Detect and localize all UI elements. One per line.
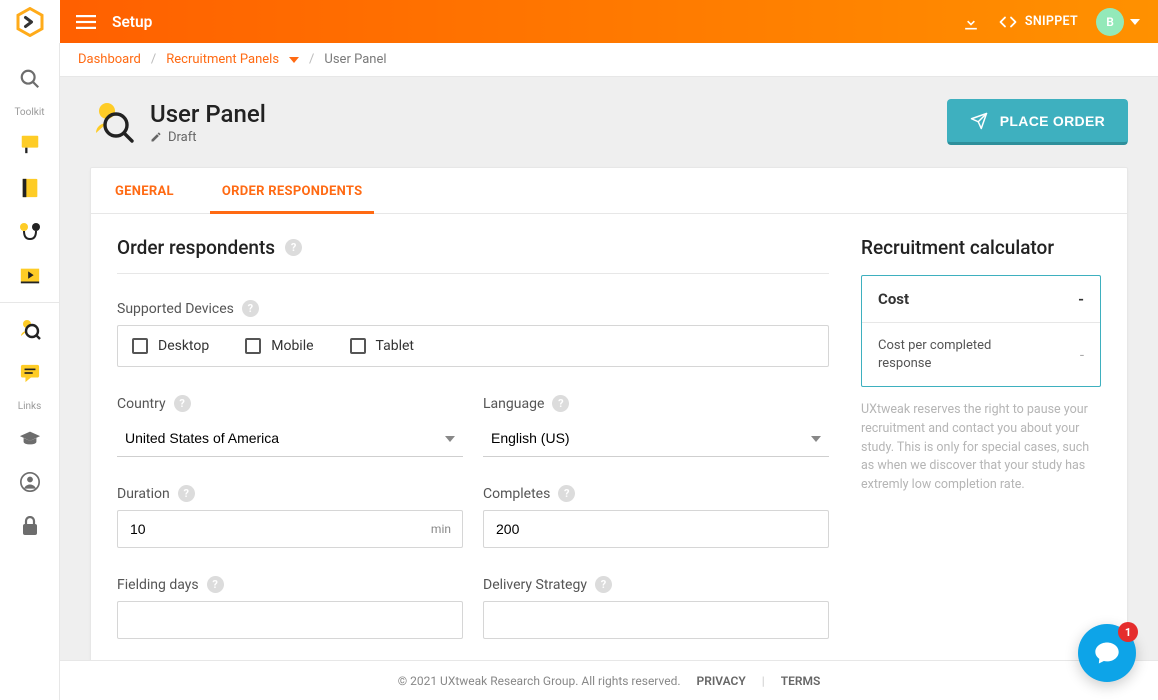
country-label: Country ?	[117, 395, 463, 412]
sidebar-group-links: Links	[18, 401, 42, 412]
calculator-note: UXtweak reserves the right to pause your…	[861, 401, 1101, 495]
tab-order-respondents[interactable]: ORDER RESPONDENTS	[218, 168, 367, 213]
delivery-input[interactable]	[483, 601, 829, 639]
brand-logo[interactable]	[0, 0, 60, 43]
help-icon[interactable]: ?	[174, 395, 191, 412]
sidebar-tool-4[interactable]	[0, 254, 60, 298]
footer: © 2021 UXtweak Research Group. All right…	[60, 660, 1158, 700]
sidebar-account-icon[interactable]	[0, 460, 60, 504]
calculator-box: Cost - Cost per completed response -	[861, 275, 1101, 387]
help-icon[interactable]: ?	[178, 485, 195, 502]
menu-icon[interactable]	[76, 15, 96, 29]
breadcrumb-current: User Panel	[324, 52, 386, 67]
page-status: Draft	[150, 130, 266, 145]
help-icon[interactable]: ?	[285, 239, 302, 256]
page-header: User Panel Draft PLACE ORDER	[90, 99, 1128, 145]
page-section-title: Setup	[112, 13, 152, 31]
footer-privacy-link[interactable]: PRIVACY	[697, 674, 746, 688]
sidebar-lock-icon[interactable]	[0, 504, 60, 548]
checkbox-desktop[interactable]: Desktop	[132, 338, 209, 354]
snippet-button[interactable]: SNIPPET	[999, 14, 1078, 29]
help-icon[interactable]: ?	[558, 485, 575, 502]
place-order-button[interactable]: PLACE ORDER	[947, 99, 1128, 145]
cost-value: -	[1078, 290, 1084, 308]
devices-box: Desktop Mobile Tablet	[117, 325, 829, 367]
language-value[interactable]	[483, 420, 829, 457]
chat-widget[interactable]: 1	[1078, 624, 1136, 682]
fielding-input[interactable]	[117, 601, 463, 639]
cost-per-label: Cost per completed response	[878, 337, 1028, 372]
country-select[interactable]	[117, 420, 463, 457]
search-icon[interactable]	[0, 57, 60, 101]
user-panel-icon	[90, 99, 136, 145]
chevron-down-icon[interactable]	[1130, 19, 1140, 25]
duration-suffix: min	[431, 522, 451, 536]
help-icon[interactable]: ?	[552, 395, 569, 412]
sidebar-group-toolkit: Toolkit	[14, 107, 44, 118]
chat-icon	[1093, 639, 1121, 667]
language-select[interactable]	[483, 420, 829, 457]
completes-label: Completes ?	[483, 485, 829, 502]
checkbox-tablet[interactable]: Tablet	[350, 338, 414, 354]
topbar: Setup SNIPPET B	[0, 0, 1158, 43]
tabs: GENERAL ORDER RESPONDENTS	[91, 168, 1127, 214]
sidebar-tool-3[interactable]	[0, 210, 60, 254]
delivery-label: Delivery Strategy ?	[483, 576, 829, 593]
chat-badge: 1	[1118, 622, 1138, 642]
help-icon[interactable]: ?	[207, 576, 224, 593]
fielding-label: Fielding days ?	[117, 576, 463, 593]
sidebar-tool-2[interactable]	[0, 166, 60, 210]
pencil-icon	[150, 131, 162, 143]
language-label: Language ?	[483, 395, 829, 412]
breadcrumb-dashboard[interactable]: Dashboard	[78, 52, 141, 67]
sidebar: Toolkit Links	[0, 43, 60, 700]
tab-general[interactable]: GENERAL	[111, 168, 178, 213]
paper-plane-icon	[970, 112, 988, 130]
devices-label: Supported Devices ?	[117, 300, 829, 317]
cost-label: Cost	[878, 290, 909, 308]
tabs-card: GENERAL ORDER RESPONDENTS Order responde…	[90, 167, 1128, 662]
sidebar-education-icon[interactable]	[0, 416, 60, 460]
snippet-label: SNIPPET	[1025, 14, 1078, 29]
breadcrumb-recruitment-panels[interactable]: Recruitment Panels	[166, 52, 279, 67]
section-title: Order respondents ?	[117, 236, 829, 259]
download-icon[interactable]	[961, 12, 981, 32]
breadcrumb: Dashboard / Recruitment Panels / User Pa…	[60, 43, 1158, 77]
duration-label: Duration ?	[117, 485, 463, 502]
page-title: User Panel	[150, 100, 266, 128]
breadcrumb-dropdown-icon[interactable]	[289, 57, 299, 63]
cost-per-value: -	[1080, 346, 1084, 364]
sidebar-user-panel-icon[interactable]	[0, 307, 60, 351]
help-icon[interactable]: ?	[242, 300, 259, 317]
help-icon[interactable]: ?	[595, 576, 612, 593]
sidebar-chat-icon[interactable]	[0, 351, 60, 395]
calculator-title: Recruitment calculator	[861, 236, 1101, 259]
completes-input[interactable]	[483, 510, 829, 548]
footer-terms-link[interactable]: TERMS	[781, 674, 821, 688]
checkbox-mobile[interactable]: Mobile	[245, 338, 313, 354]
country-value[interactable]	[117, 420, 463, 457]
footer-copyright: © 2021 UXtweak Research Group. All right…	[398, 674, 681, 688]
avatar[interactable]: B	[1096, 8, 1124, 36]
sidebar-tool-1[interactable]	[0, 122, 60, 166]
duration-input[interactable]	[117, 510, 463, 548]
main: Dashboard / Recruitment Panels / User Pa…	[60, 43, 1158, 700]
